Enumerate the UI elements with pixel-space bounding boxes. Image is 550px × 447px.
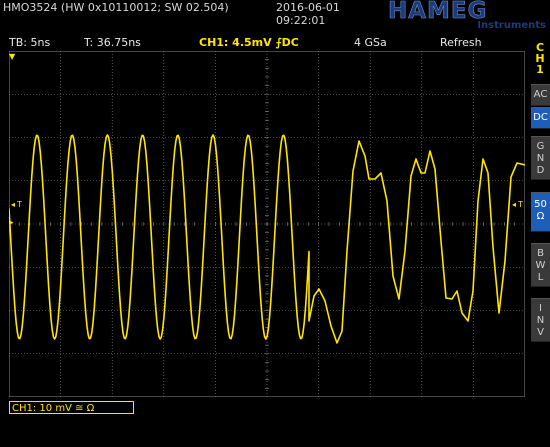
invert-button[interactable]: I N V — [531, 298, 550, 342]
trigger-label-right: T — [517, 200, 523, 209]
channel-side-menu: C H 1 AC DC G N D 50 Ω B W L I N V — [530, 40, 550, 447]
timebase-readout[interactable]: TB: 5ns — [9, 36, 50, 50]
button-label: DC — [533, 112, 548, 123]
time-readout: 09:22:01 — [276, 14, 326, 27]
sample-rate-readout[interactable]: 4 GSa — [354, 36, 387, 50]
status-bar: TB: 5ns T: 36.75ns CH1: 4.5mV ⨍DC 4 GSa … — [0, 36, 530, 50]
acquisition-mode-readout[interactable]: Refresh — [440, 36, 482, 50]
button-label: N — [536, 315, 545, 326]
trigger-level-marker-left[interactable]: ◂ T — [11, 200, 22, 209]
button-label: 50 — [534, 199, 547, 210]
button-label: G — [536, 141, 545, 152]
trigger-position-marker[interactable]: ▼ — [9, 52, 16, 61]
button-label: I — [539, 303, 542, 314]
button-label: W — [535, 260, 546, 271]
date-readout: 2016-06-01 — [276, 1, 340, 14]
logo-wordmark: HAMEG — [388, 0, 488, 24]
button-label: D — [536, 165, 545, 176]
hameg-logo: HAMEG Instruments — [388, 0, 548, 34]
button-label: V — [537, 327, 544, 338]
waveform-canvas: ◂ T ◂ T ▸ ▼ — [9, 51, 525, 397]
trigger-label-left: T — [16, 200, 22, 209]
ground-marker[interactable]: ▸ — [9, 218, 14, 228]
coupling-ac-button[interactable]: AC — [531, 84, 550, 106]
coupling-dc-button[interactable]: DC — [531, 107, 550, 129]
logo-subtitle: Instruments — [477, 20, 546, 31]
button-label: AC — [533, 89, 548, 100]
trigger-time-readout[interactable]: T: 36.75ns — [84, 36, 141, 50]
button-label: N — [536, 153, 545, 164]
waveform-display[interactable]: ◂ T ◂ T ▸ ▼ — [9, 51, 525, 397]
channel1-readout[interactable]: CH1: 4.5mV ⨍DC — [199, 36, 299, 50]
svg-text:◂: ◂ — [11, 200, 15, 209]
impedance-50ohm-button[interactable]: 50 Ω — [531, 192, 550, 232]
button-label: L — [537, 272, 544, 283]
button-label: Ω — [536, 211, 545, 222]
side-channel-number: 1 — [536, 63, 544, 76]
bandwidth-limit-button[interactable]: B W L — [531, 243, 550, 287]
button-label: B — [537, 248, 544, 259]
device-model: HMO3524 (HW 0x10110012; SW 02.504) — [3, 1, 229, 14]
channel-setting-box[interactable]: CH1: 10 mV ≅ Ω — [9, 401, 134, 414]
coupling-gnd-button[interactable]: G N D — [531, 136, 550, 180]
trigger-level-marker-right[interactable]: ◂ T — [512, 200, 523, 209]
svg-text:◂: ◂ — [512, 200, 516, 209]
